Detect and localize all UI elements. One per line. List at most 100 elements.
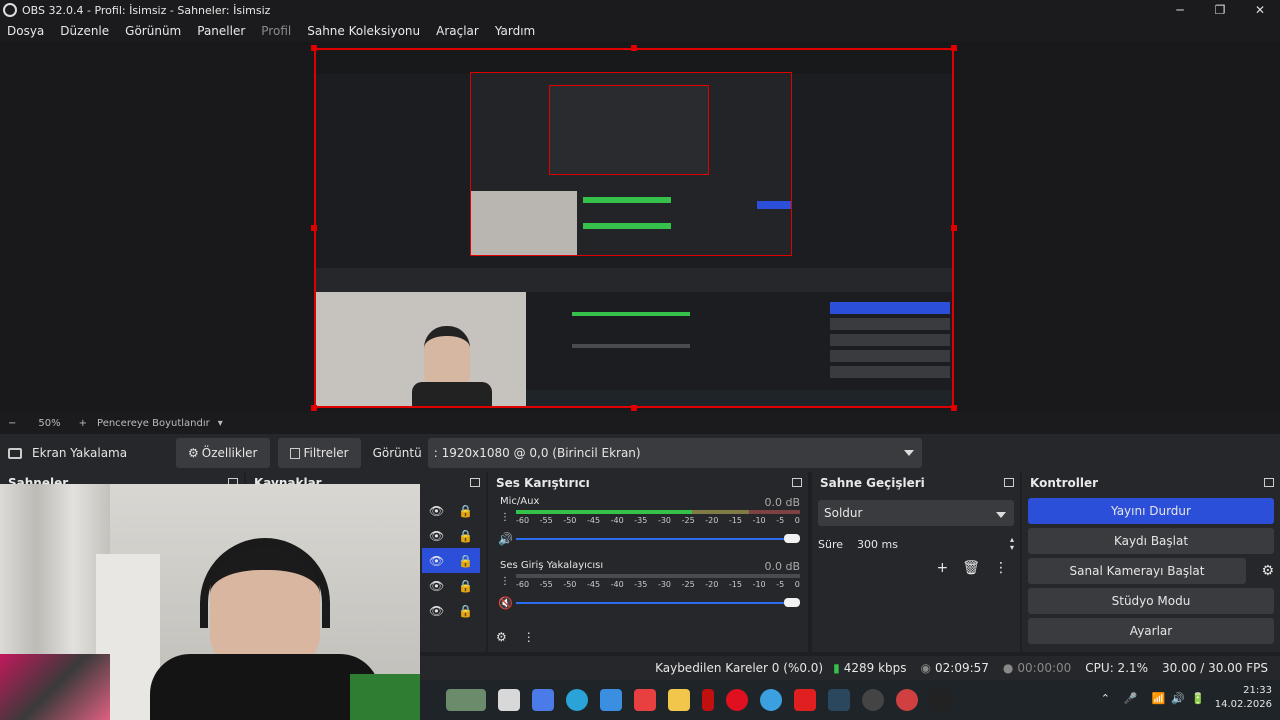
trash-icon[interactable]: 🗑 bbox=[962, 560, 980, 576]
obs-icon[interactable] bbox=[862, 689, 884, 711]
slider-knob[interactable] bbox=[784, 598, 800, 607]
menu-view[interactable]: Görünüm bbox=[125, 24, 181, 38]
close-button[interactable]: ✕ bbox=[1240, 0, 1280, 20]
steam-icon[interactable] bbox=[828, 689, 850, 711]
menu-dots-icon[interactable]: ⋮ bbox=[500, 512, 510, 523]
eye-icon[interactable]: 👁 bbox=[429, 504, 444, 518]
menu-docks[interactable]: Paneller bbox=[197, 24, 245, 38]
spin-arrows-icon[interactable]: ▴ ▾ bbox=[1010, 536, 1014, 552]
store-icon[interactable] bbox=[600, 689, 622, 711]
chevron-down-icon bbox=[996, 512, 1006, 518]
zoom-mode[interactable]: Pencereye Boyutlandır bbox=[97, 418, 210, 429]
date: 14.02.2026 bbox=[1214, 699, 1272, 710]
speaker-icon[interactable]: 🔊 bbox=[1171, 692, 1185, 705]
chrome-icon[interactable] bbox=[896, 689, 918, 711]
lock-icon[interactable]: 🔒 bbox=[458, 554, 473, 568]
chevron-up-icon[interactable]: ⌃ bbox=[1101, 692, 1110, 705]
app-icon[interactable] bbox=[634, 689, 656, 711]
obs-logo-icon bbox=[3, 3, 17, 17]
youtube-icon[interactable] bbox=[794, 689, 816, 711]
eye-icon[interactable]: 👁 bbox=[429, 529, 444, 543]
bitrate-icon: ▮ bbox=[833, 661, 840, 675]
duration-label: Süre bbox=[818, 537, 844, 551]
float-icon[interactable] bbox=[470, 478, 480, 487]
menu-scene-collection[interactable]: Sahne Koleksiyonu bbox=[307, 24, 420, 38]
stop-stream-button[interactable]: Yayını Durdur bbox=[1028, 498, 1274, 524]
lock-icon[interactable]: 🔒 bbox=[458, 579, 473, 593]
source-row-selected[interactable]: 👁 🔒 bbox=[422, 548, 480, 573]
app-icon[interactable] bbox=[930, 689, 952, 711]
file-explorer-icon[interactable] bbox=[498, 689, 520, 711]
start-virtual-cam-button[interactable]: Sanal Kamerayı Başlat ⚙ bbox=[1028, 558, 1274, 584]
menu-help[interactable]: Yardım bbox=[495, 24, 535, 38]
eye-icon[interactable]: 👁 bbox=[429, 579, 444, 593]
widgets-icon[interactable] bbox=[446, 689, 486, 711]
menu-dots-icon[interactable]: ⋮ bbox=[500, 576, 510, 587]
lock-icon[interactable]: 🔒 bbox=[458, 529, 473, 543]
chrome-icon[interactable] bbox=[760, 689, 782, 711]
resize-handle[interactable] bbox=[631, 45, 637, 51]
cpu-usage: CPU: 2.1% bbox=[1085, 661, 1149, 675]
zoom-mode-dropdown-icon[interactable]: ▾ bbox=[218, 418, 223, 429]
add-icon[interactable]: + bbox=[936, 560, 948, 576]
float-icon[interactable] bbox=[1004, 478, 1014, 487]
start-record-button[interactable]: Kaydı Başlat bbox=[1028, 528, 1274, 554]
preview-source-frame[interactable] bbox=[314, 48, 954, 408]
gear-icon[interactable]: ⚙ bbox=[1261, 563, 1274, 579]
menu-profile[interactable]: Profil bbox=[261, 24, 291, 38]
resize-handle[interactable] bbox=[311, 405, 317, 411]
edge-icon[interactable] bbox=[566, 689, 588, 711]
mic-icon[interactable]: 🎤 bbox=[1124, 692, 1138, 705]
person-shirt bbox=[150, 654, 380, 720]
preview-area[interactable] bbox=[0, 42, 1280, 412]
float-icon[interactable] bbox=[792, 478, 802, 487]
float-icon[interactable] bbox=[1264, 478, 1274, 487]
source-row[interactable]: 👁 🔒 bbox=[422, 523, 480, 548]
gear-icon[interactable]: ⚙ bbox=[496, 630, 507, 644]
minimize-button[interactable]: ─ bbox=[1160, 0, 1200, 20]
volume-slider[interactable] bbox=[516, 598, 800, 607]
copilot-icon[interactable] bbox=[532, 689, 554, 711]
menu-edit[interactable]: Düzenle bbox=[60, 24, 109, 38]
resize-handle[interactable] bbox=[311, 45, 317, 51]
zoom-in-button[interactable]: + bbox=[79, 418, 87, 429]
eye-icon[interactable]: 👁 bbox=[429, 604, 444, 618]
resize-handle[interactable] bbox=[951, 405, 957, 411]
netflix-icon[interactable] bbox=[702, 689, 714, 711]
filters-button[interactable]: Filtreler bbox=[277, 438, 361, 468]
wifi-icon[interactable]: 📶 bbox=[1152, 692, 1166, 705]
lock-icon[interactable]: 🔒 bbox=[458, 504, 473, 518]
menu-dots-icon[interactable]: ⋮ bbox=[523, 630, 535, 644]
display-select[interactable]: : 1920x1080 @ 0,0 (Birincil Ekran) bbox=[427, 438, 922, 468]
slider-knob[interactable] bbox=[784, 534, 800, 543]
settings-button[interactable]: Ayarlar bbox=[1028, 618, 1274, 644]
source-row[interactable]: 👁 🔒 bbox=[422, 498, 480, 523]
source-row[interactable]: 👁 🔒 bbox=[422, 598, 480, 623]
resize-handle[interactable] bbox=[311, 225, 317, 231]
source-row[interactable]: 👁 🔒 bbox=[422, 573, 480, 598]
menu-dots-icon[interactable]: ⋮ bbox=[994, 560, 1008, 576]
maximize-button[interactable]: ❐ bbox=[1200, 0, 1240, 20]
resize-handle[interactable] bbox=[951, 45, 957, 51]
lock-icon[interactable]: 🔒 bbox=[458, 604, 473, 618]
resize-handle[interactable] bbox=[951, 225, 957, 231]
duration-input[interactable]: 300 ms bbox=[853, 532, 1010, 556]
channel-db: 0.0 dB bbox=[764, 560, 800, 573]
menu-file[interactable]: Dosya bbox=[7, 24, 44, 38]
volume-slider[interactable] bbox=[516, 534, 800, 543]
folder-icon[interactable] bbox=[668, 689, 690, 711]
battery-icon[interactable]: 🔋 bbox=[1191, 692, 1205, 705]
resize-handle[interactable] bbox=[631, 405, 637, 411]
speaker-icon[interactable]: 🔊 bbox=[498, 532, 513, 546]
studio-mode-button[interactable]: Stüdyo Modu bbox=[1028, 588, 1274, 614]
duration-value: 300 ms bbox=[857, 537, 898, 551]
opera-icon[interactable] bbox=[726, 689, 748, 711]
green-blanket bbox=[350, 674, 420, 720]
speaker-muted-icon[interactable]: 🔇 bbox=[498, 596, 513, 610]
properties-button[interactable]: ⚙ Özellikler bbox=[176, 438, 270, 468]
eye-icon[interactable]: 👁 bbox=[429, 554, 444, 568]
zoom-out-button[interactable]: − bbox=[8, 418, 16, 429]
menu-tools[interactable]: Araçlar bbox=[436, 24, 479, 38]
clock[interactable]: 21:33 14.02.2026 bbox=[1215, 684, 1272, 712]
transition-select[interactable]: Soldur bbox=[818, 500, 1014, 526]
